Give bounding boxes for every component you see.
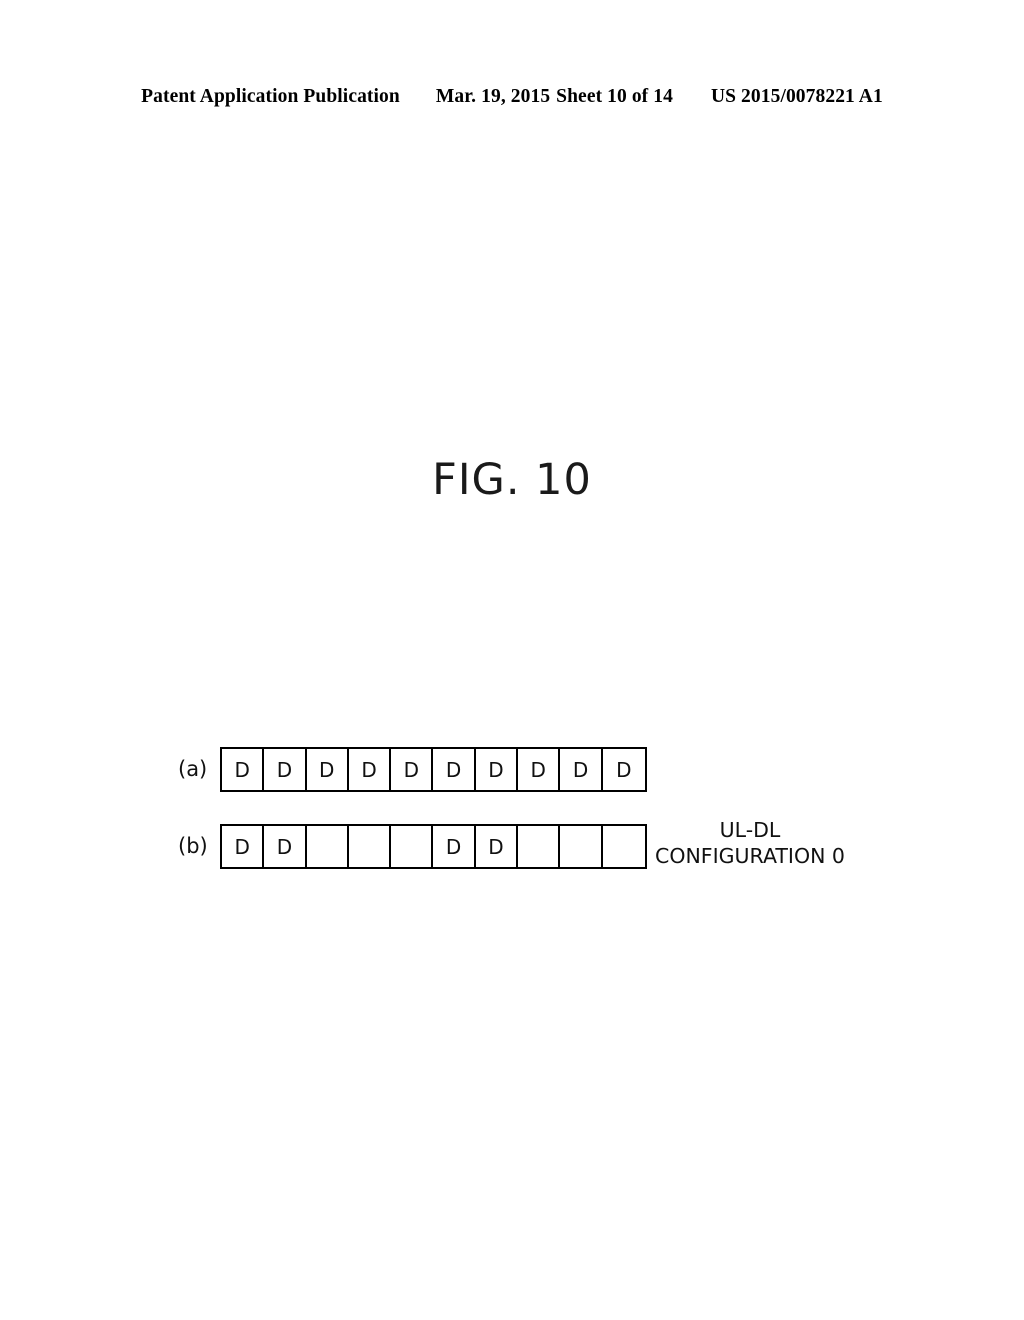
subframe-cell: D [306,749,349,790]
subframe-cell: D [264,826,307,867]
subframe-cell [306,826,349,867]
subframe-cell: D [433,749,476,790]
subframe-cell: D [602,749,645,790]
subframe-cell [391,826,434,867]
subframe-cell: D [518,749,561,790]
subframe-grid-b: D D D D [220,824,647,869]
subframe-cell: D [391,749,434,790]
subfigure-b-label: (b) [178,834,208,858]
subframe-cell: D [475,749,519,790]
subfigure-a: (a) D D D D D D D D D D [178,747,647,792]
subframe-cell: D [348,749,392,790]
subframe-cell [602,826,645,867]
subfigure-b: (b) D D D D [178,824,647,869]
subframe-cell: D [433,826,476,867]
subframe-grid-a: D D D D D D D D D D [220,747,647,792]
ul-dl-configuration-annotation: UL-DL CONFIGURATION 0 [650,817,850,869]
subframe-cell: D [475,826,519,867]
subframe-cell: D [222,826,265,867]
figure-diagram: (a) D D D D D D D D D D (b) D D D D UL-D… [0,0,1024,1320]
subframe-cell: D [264,749,307,790]
subfigure-a-label: (a) [178,757,208,781]
subframe-cell: D [560,749,603,790]
annotation-line-2: CONFIGURATION 0 [655,844,845,868]
subframe-cell [560,826,603,867]
annotation-line-1: UL-DL [719,818,781,842]
subframe-cell [348,826,392,867]
subframe-cell: D [222,749,265,790]
subframe-cell [518,826,561,867]
